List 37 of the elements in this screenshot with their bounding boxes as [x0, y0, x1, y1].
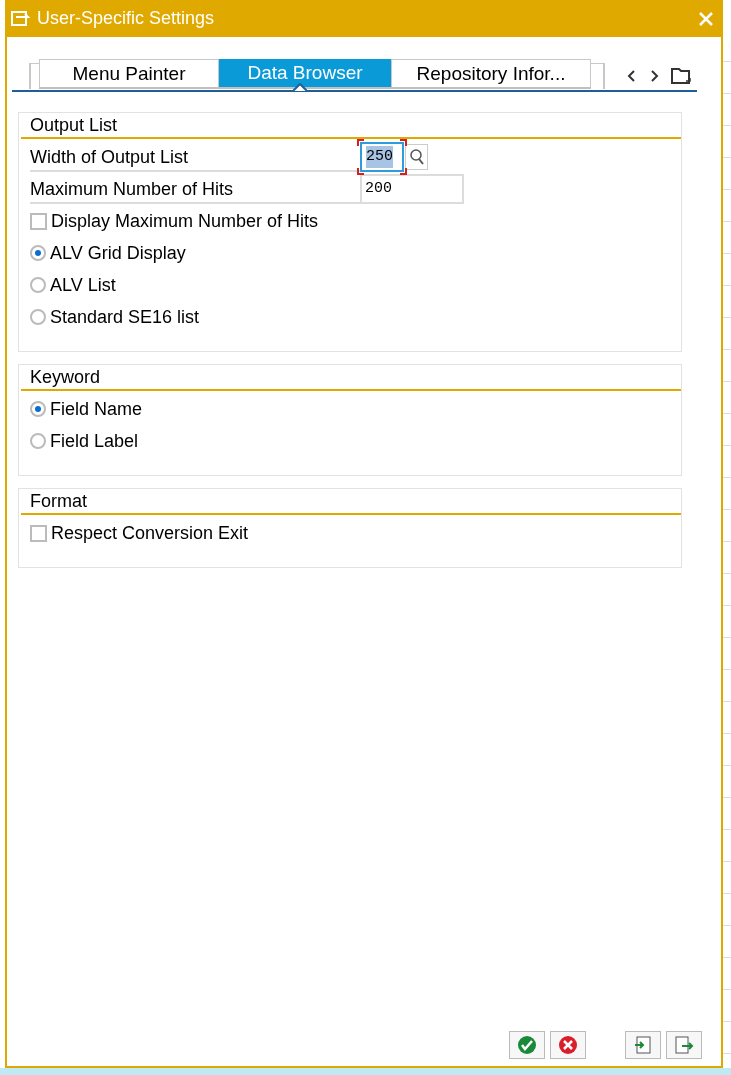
value-help-button[interactable] — [405, 144, 428, 170]
import-button[interactable] — [625, 1031, 661, 1059]
radio-label: Field Label — [50, 429, 139, 453]
group-title: Format — [30, 489, 87, 513]
radio-button[interactable] — [30, 433, 46, 449]
radio-button[interactable] — [30, 401, 46, 417]
radio-label: Standard SE16 list — [50, 305, 200, 329]
input-field[interactable]: 200 — [360, 174, 464, 204]
confirm-icon — [517, 1035, 537, 1055]
checkbox[interactable] — [30, 524, 47, 542]
tab[interactable]: Menu Painter — [39, 59, 219, 87]
window-icon — [11, 10, 31, 27]
cancel-button[interactable] — [550, 1031, 586, 1059]
radio-label: Field Name — [50, 397, 143, 421]
checkbox-label: Display Maximum Number of Hits — [51, 209, 319, 233]
chevron-right-icon[interactable] — [649, 69, 659, 83]
confirm-button[interactable] — [509, 1031, 545, 1059]
radio-button[interactable] — [30, 309, 46, 325]
group-title: Output List — [30, 113, 118, 137]
group-title: Keyword — [30, 365, 101, 389]
folder-icon[interactable] — [671, 67, 691, 85]
input-field[interactable]: 250 — [360, 142, 404, 172]
checkbox-label: Respect Conversion Exit — [51, 521, 249, 545]
chevron-left-icon[interactable] — [627, 69, 637, 83]
tab[interactable]: Repository Infor... — [391, 59, 591, 87]
radio-button[interactable] — [30, 245, 46, 261]
field-label: Maximum Number of Hits — [30, 174, 360, 204]
search-icon — [408, 148, 425, 166]
radio-label: ALV Grid Display — [50, 241, 186, 265]
cancel-icon — [558, 1035, 578, 1055]
checkbox[interactable] — [30, 212, 47, 230]
document-arrow-icon — [674, 1035, 694, 1055]
radio-button[interactable] — [30, 277, 46, 293]
export-button[interactable] — [666, 1031, 702, 1059]
window-title: User-Specific Settings — [37, 7, 215, 30]
radio-label: ALV List — [50, 273, 116, 297]
field-label: Width of Output List — [30, 142, 360, 172]
